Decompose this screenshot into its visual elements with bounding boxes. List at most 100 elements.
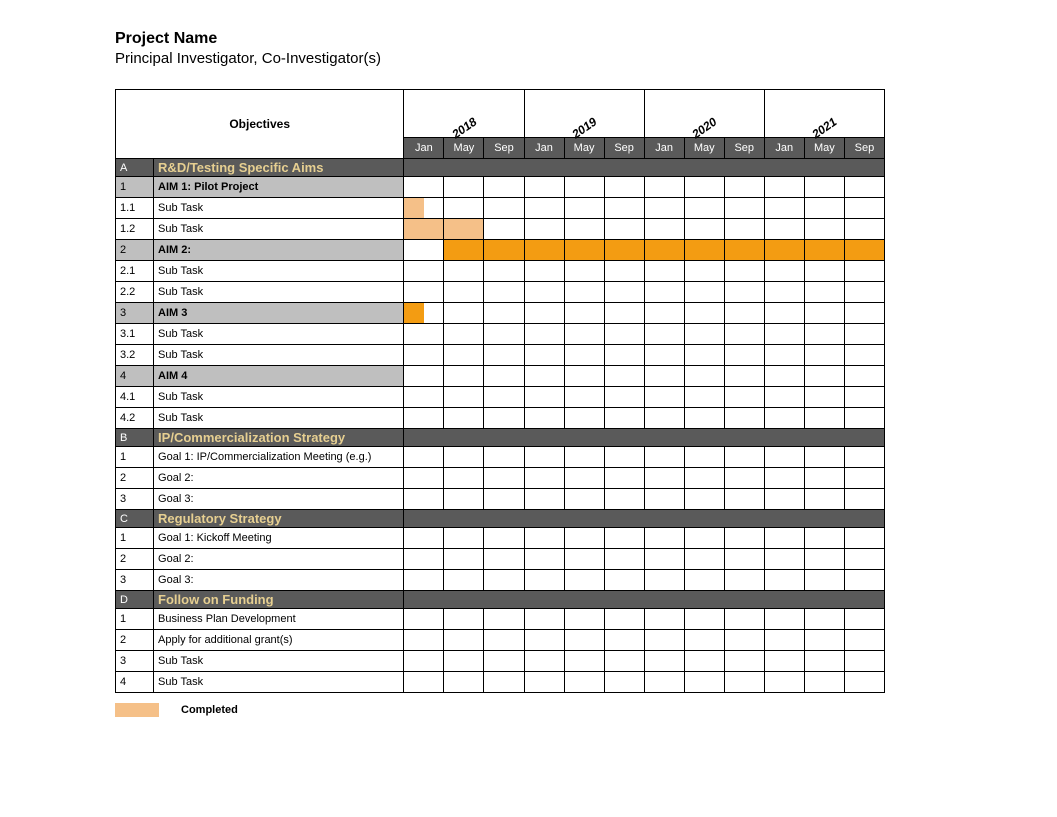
gantt-cell [644,324,684,345]
gantt-cell [604,609,644,630]
gantt-cell [564,630,604,651]
header-month: Jan [404,138,444,159]
gantt-cell [444,630,484,651]
gantt-cell [644,549,684,570]
section-bar-cell [404,429,444,447]
gantt-cell [604,366,644,387]
header-year: 2020 [644,90,764,138]
gantt-cell [684,489,724,510]
section-bar-cell [764,591,804,609]
gantt-cell [604,528,644,549]
gantt-cell [724,240,764,261]
gantt-cell [684,198,724,219]
gantt-cell [604,672,644,693]
gantt-cell [404,261,444,282]
gantt-cell [604,630,644,651]
section-bar-cell [844,429,884,447]
gantt-cell [764,345,804,366]
gantt-cell [684,549,724,570]
title-block: Project Name Principal Investigator, Co-… [115,30,1017,67]
section-title: Regulatory Strategy [154,510,404,528]
gantt-cell [804,570,844,591]
legend-swatch-completed [115,703,159,717]
gantt-cell [484,408,524,429]
gantt-cell [524,630,564,651]
gantt-cell [764,630,804,651]
gantt-cell [444,366,484,387]
gantt-cell [724,570,764,591]
gantt-cell [524,549,564,570]
gantt-cell [604,198,644,219]
section-bar-cell [764,159,804,177]
row-id: 4.1 [116,387,154,408]
gantt-cell [724,198,764,219]
gantt-cell [484,387,524,408]
gantt-cell [524,240,564,261]
gantt-cell [484,570,524,591]
gantt-cell [804,198,844,219]
gantt-cell [724,468,764,489]
gantt-cell [564,366,604,387]
gantt-cell [604,303,644,324]
gantt-cell [524,528,564,549]
gantt-cell [644,303,684,324]
gantt-cell [484,240,524,261]
header-month: Jan [644,138,684,159]
gantt-cell [524,570,564,591]
gantt-cell [484,609,524,630]
section-letter: D [116,591,154,609]
row-label: Goal 1: IP/Commercialization Meeting (e.… [154,447,404,468]
gantt-cell [404,219,444,240]
gantt-cell [524,489,564,510]
row-id: 4 [116,366,154,387]
gantt-cell [444,672,484,693]
gantt-cell [604,324,644,345]
gantt-cell [684,219,724,240]
gantt-cell [404,528,444,549]
gantt-cell [564,528,604,549]
gantt-cell [524,447,564,468]
row-label: Sub Task [154,282,404,303]
gantt-cell [724,177,764,198]
gantt-cell [444,387,484,408]
gantt-cell [564,408,604,429]
gantt-cell [564,303,604,324]
gantt-cell [684,177,724,198]
gantt-cell [844,651,884,672]
section-bar-cell [764,429,804,447]
gantt-cell [524,408,564,429]
gantt-cell [684,324,724,345]
gantt-cell [444,240,484,261]
gantt-cell [564,219,604,240]
gantt-cell [804,177,844,198]
gantt-cell [764,651,804,672]
gantt-cell [524,219,564,240]
row-id: 4 [116,672,154,693]
gantt-cell [684,609,724,630]
gantt-cell [764,672,804,693]
header-month: Sep [484,138,524,159]
gantt-cell [444,345,484,366]
section-bar-cell [404,591,444,609]
gantt-cell [604,240,644,261]
section-letter: A [116,159,154,177]
gantt-cell [724,366,764,387]
gantt-cell [844,447,884,468]
gantt-cell [404,345,444,366]
row-label: Goal 3: [154,489,404,510]
gantt-cell [804,489,844,510]
gantt-cell [764,219,804,240]
gantt-cell [644,447,684,468]
section-bar-cell [724,429,764,447]
gantt-cell [804,366,844,387]
gantt-cell [404,366,444,387]
gantt-cell [644,630,684,651]
header-year: 2021 [764,90,884,138]
gantt-cell [404,672,444,693]
gantt-cell [684,261,724,282]
gantt-cell [564,261,604,282]
row-label: AIM 2: [154,240,404,261]
gantt-cell [444,198,484,219]
gantt-cell [444,609,484,630]
section-bar-cell [444,429,484,447]
